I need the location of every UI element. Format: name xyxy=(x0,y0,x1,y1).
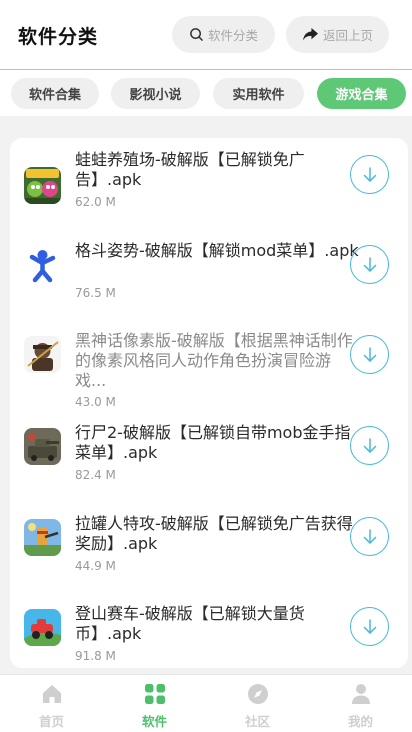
back-button[interactable]: 返回上页 xyxy=(286,16,389,53)
grid-apps-icon xyxy=(145,684,165,704)
search-button[interactable]: 软件分类 xyxy=(172,16,275,53)
nav-home[interactable]: 首页 xyxy=(0,675,103,732)
tab-video-novel[interactable]: 影视小说 xyxy=(111,78,200,109)
frog-farm-game-icon xyxy=(24,167,61,204)
app-size: 82.4 M xyxy=(75,468,116,482)
tab-utility-software[interactable]: 实用软件 xyxy=(213,78,304,109)
download-icon xyxy=(363,256,376,272)
share-forward-icon xyxy=(302,27,318,41)
app-size: 43.0 M xyxy=(75,395,116,409)
download-icon xyxy=(363,528,376,544)
monkey-warrior-icon xyxy=(24,336,61,373)
nav-software-label: 软件 xyxy=(141,714,167,729)
nav-home-label: 首页 xyxy=(38,714,64,729)
download-icon xyxy=(363,618,376,634)
top-header: 软件分类 软件分类 返回上页 xyxy=(0,0,412,70)
download-icon xyxy=(363,346,376,362)
person-icon xyxy=(352,684,370,704)
back-button-label: 返回上页 xyxy=(322,28,373,43)
app-title: 登山赛车-破解版【已解锁大量货币】.apk xyxy=(75,604,305,643)
nav-profile[interactable]: 我的 xyxy=(309,675,412,732)
category-tabs: 软件合集 影视小说 实用软件 游戏合集 xyxy=(0,70,412,116)
download-icon xyxy=(363,166,376,182)
list-item[interactable]: 黑神话像素版-破解版【根据黑神话制作的像素风格同人动作角色扮演冒险游戏... 4… xyxy=(10,331,408,411)
can-man-soldier-icon xyxy=(24,519,61,556)
download-button[interactable] xyxy=(350,607,389,646)
nav-profile-label: 我的 xyxy=(347,714,373,729)
nav-software[interactable]: 软件 xyxy=(103,675,206,732)
tab-game-collection[interactable]: 游戏合集 xyxy=(317,78,406,109)
list-item[interactable]: 登山赛车-破解版【已解锁大量货币】.apk 91.8 M xyxy=(10,604,408,668)
app-title: 拉罐人特攻-破解版【已解锁免广告获得奖励】.apk xyxy=(75,514,353,553)
app-size: 44.9 M xyxy=(75,559,116,573)
list-item[interactable]: 蛙蛙养殖场-破解版【已解锁免广告】.apk 62.0 M xyxy=(10,150,408,234)
bottom-nav: 首页 软件 社区 我的 xyxy=(0,674,412,732)
app-size: 76.5 M xyxy=(75,286,116,300)
nav-community-label: 社区 xyxy=(244,714,270,729)
download-button[interactable] xyxy=(350,517,389,556)
download-button[interactable] xyxy=(350,245,389,284)
download-icon xyxy=(363,437,376,453)
list-item[interactable]: 拉罐人特攻-破解版【已解锁免广告获得奖励】.apk 44.9 M xyxy=(10,514,408,598)
app-size: 91.8 M xyxy=(75,649,116,663)
hill-climb-car-icon xyxy=(24,609,61,646)
download-button[interactable] xyxy=(350,335,389,374)
download-button[interactable] xyxy=(350,426,389,465)
list-item[interactable]: 行尸2-破解版【已解锁自带mob金手指菜单】.apk 82.4 M xyxy=(10,423,408,507)
page-title: 软件分类 xyxy=(18,26,99,48)
nav-community[interactable]: 社区 xyxy=(206,675,309,732)
app-title: 行尸2-破解版【已解锁自带mob金手指菜单】.apk xyxy=(75,423,351,462)
app-title: 黑神话像素版-破解版【根据黑神话制作的像素风格同人动作角色扮演冒险游戏... xyxy=(75,331,353,390)
download-button[interactable] xyxy=(350,155,389,194)
tab-software-collection[interactable]: 软件合集 xyxy=(11,78,99,109)
search-icon xyxy=(190,28,203,41)
app-size: 62.0 M xyxy=(75,195,116,209)
home-icon xyxy=(43,685,61,703)
zombie-tank-icon xyxy=(24,428,61,465)
blue-ragdoll-fighter-icon xyxy=(24,246,61,283)
app-title: 格斗姿势-破解版【解锁mod菜单】.apk xyxy=(75,241,359,260)
app-title: 蛙蛙养殖场-破解版【已解锁免广告】.apk xyxy=(75,150,305,189)
list-item[interactable]: 格斗姿势-破解版【解锁mod菜单】.apk 76.5 M xyxy=(10,241,408,325)
search-button-label: 软件分类 xyxy=(207,28,258,43)
compass-icon xyxy=(248,684,268,704)
app-list: 蛙蛙养殖场-破解版【已解锁免广告】.apk 62.0 M 格斗姿势-破解版【解锁… xyxy=(10,138,408,668)
